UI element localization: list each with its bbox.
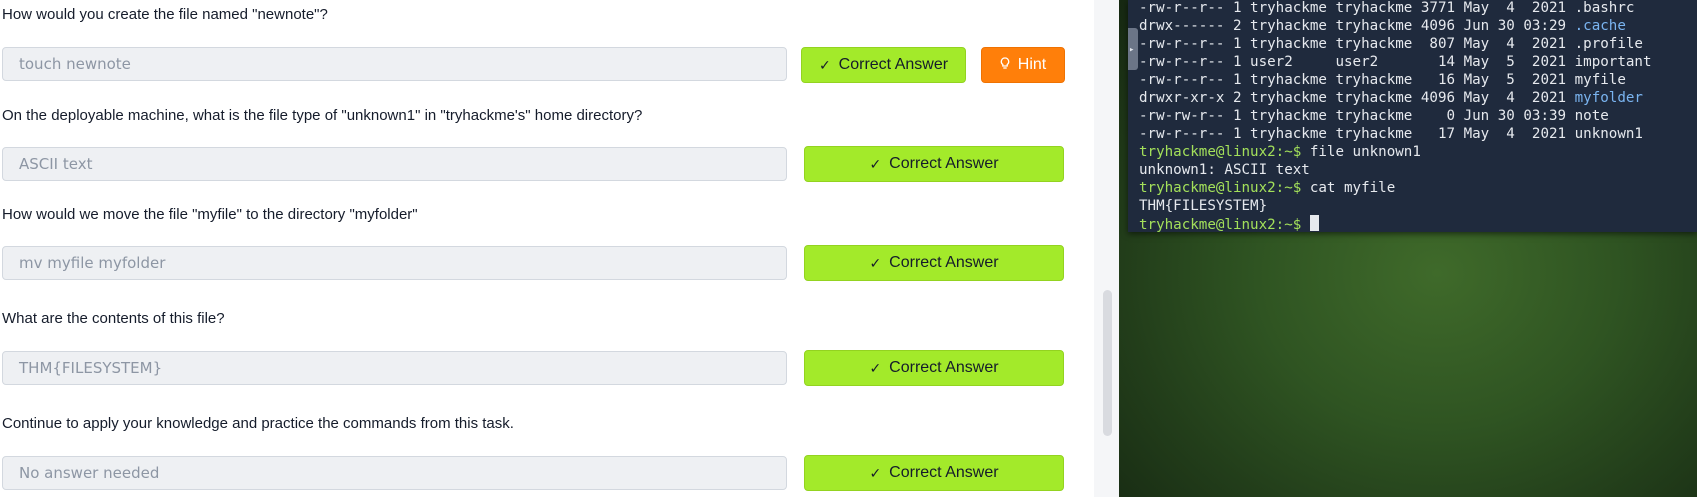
ls-row: -rw-r--r-- 1 tryhackme tryhackme 17 May … — [1139, 125, 1643, 143]
check-icon: ✓ — [869, 464, 882, 481]
chevron-right-icon: ▸ — [1129, 45, 1135, 55]
file-name: unknown1 — [1574, 126, 1643, 142]
question-5-text: Continue to apply your knowledge and pra… — [2, 415, 514, 432]
shell-prompt: tryhackme@linux2:~$ — [1139, 144, 1302, 160]
file-name: myfile — [1574, 72, 1626, 88]
correct-answer-label: Correct Answer — [838, 56, 949, 73]
task-questions-panel: How would you create the file named "new… — [0, 0, 1094, 497]
correct-answer-label: Correct Answer — [889, 155, 999, 172]
shell-prompt: tryhackme@linux2:~$ — [1139, 217, 1302, 232]
answer-field-4[interactable]: THM{FILESYSTEM} — [2, 351, 787, 385]
scrollbar-thumb[interactable] — [1103, 290, 1112, 436]
ls-meta: -rw-r--r-- 1 tryhackme tryhackme 17 May … — [1139, 126, 1575, 142]
ls-meta: -rw-r--r-- 1 tryhackme tryhackme 3771 Ma… — [1139, 0, 1575, 16]
question-2-text: On the deployable machine, what is the f… — [2, 107, 643, 124]
correct-answer-button-1[interactable]: ✓ Correct Answer — [801, 47, 966, 83]
ls-row: drwxr-xr-x 2 tryhackme tryhackme 4096 Ma… — [1139, 89, 1643, 107]
ls-row: -rw-r--r-- 1 tryhackme tryhackme 3771 Ma… — [1139, 0, 1634, 17]
correct-answer-label: Correct Answer — [889, 464, 999, 481]
file-name: note — [1574, 108, 1609, 124]
question-1-text: How would you create the file named "new… — [2, 6, 328, 23]
ls-meta: -rw-r--r-- 1 tryhackme tryhackme 16 May … — [1139, 72, 1575, 88]
command-line: tryhackme@linux2:~$ file unknown1 — [1139, 143, 1421, 161]
check-icon: ✓ — [869, 254, 882, 271]
file-name: .bashrc — [1574, 0, 1635, 16]
command-output: unknown1: ASCII text — [1139, 162, 1310, 178]
ls-row: -rw-rw-r-- 1 tryhackme tryhackme 0 Jun 3… — [1139, 107, 1609, 125]
file-name: important — [1574, 54, 1652, 70]
ls-meta: drwx------ 2 tryhackme tryhackme 4096 Ju… — [1139, 18, 1575, 34]
lightbulb-icon — [1000, 57, 1010, 73]
check-icon: ✓ — [869, 359, 882, 376]
directory-name: myfolder — [1574, 90, 1643, 106]
correct-answer-label: Correct Answer — [889, 254, 999, 271]
ls-meta: drwxr-xr-x 2 tryhackme tryhackme 4096 Ma… — [1139, 90, 1575, 106]
hint-label: Hint — [1017, 56, 1047, 73]
check-icon: ✓ — [869, 155, 882, 172]
correct-answer-button-4[interactable]: ✓ Correct Answer — [804, 350, 1064, 386]
output-line: THM{FILESYSTEM} — [1139, 197, 1267, 215]
command-output: THM{FILESYSTEM} — [1139, 198, 1268, 214]
shell-prompt: tryhackme@linux2:~$ — [1139, 180, 1302, 196]
ls-row: -rw-r--r-- 1 tryhackme tryhackme 16 May … — [1139, 71, 1626, 89]
command-line: tryhackme@linux2:~$ cat myfile — [1139, 179, 1395, 197]
ls-meta: -rw-rw-r-- 1 tryhackme tryhackme 0 Jun 3… — [1139, 108, 1575, 124]
answer-field-2[interactable]: ASCII text — [2, 147, 787, 181]
command-text: file unknown1 — [1301, 144, 1421, 160]
ls-row: -rw-r--r-- 1 user2 user2 14 May 5 2021 i… — [1139, 53, 1652, 71]
directory-name: .cache — [1574, 18, 1626, 34]
answer-field-1[interactable]: touch newnote — [2, 47, 787, 81]
ls-row: drwx------ 2 tryhackme tryhackme 4096 Ju… — [1139, 17, 1626, 35]
ls-row: -rw-r--r-- 1 tryhackme tryhackme 807 May… — [1139, 35, 1643, 53]
correct-answer-button-3[interactable]: ✓ Correct Answer — [804, 245, 1064, 281]
answer-field-5[interactable]: No answer needed — [2, 456, 787, 490]
side-panel-toggle[interactable]: ▸ — [1128, 28, 1138, 70]
answer-field-3[interactable]: mv myfile myfolder — [2, 246, 787, 280]
hint-button[interactable]: Hint — [981, 47, 1065, 83]
question-4-text: What are the contents of this file? — [2, 310, 225, 327]
file-name: .profile — [1574, 36, 1643, 52]
output-line: unknown1: ASCII text — [1139, 161, 1310, 179]
command-line: tryhackme@linux2:~$ — [1139, 215, 1319, 232]
ls-meta: -rw-r--r-- 1 tryhackme tryhackme 807 May… — [1139, 36, 1575, 52]
terminal-cursor — [1309, 215, 1319, 231]
check-icon: ✓ — [818, 56, 831, 73]
correct-answer-label: Correct Answer — [889, 359, 999, 376]
correct-answer-button-2[interactable]: ✓ Correct Answer — [804, 146, 1064, 182]
command-text — [1301, 217, 1310, 232]
ls-meta: -rw-r--r-- 1 user2 user2 14 May 5 2021 — [1139, 54, 1575, 70]
command-text: cat myfile — [1301, 180, 1396, 196]
question-3-text: How would we move the file "myfile" to t… — [2, 206, 418, 223]
terminal-window[interactable]: ▸ -rw-r--r-- 1 tryhackme tryhackme 3771 … — [1128, 0, 1697, 232]
remote-desktop[interactable]: ▸ -rw-r--r-- 1 tryhackme tryhackme 3771 … — [1119, 0, 1697, 497]
correct-answer-button-5[interactable]: ✓ Correct Answer — [804, 455, 1064, 491]
